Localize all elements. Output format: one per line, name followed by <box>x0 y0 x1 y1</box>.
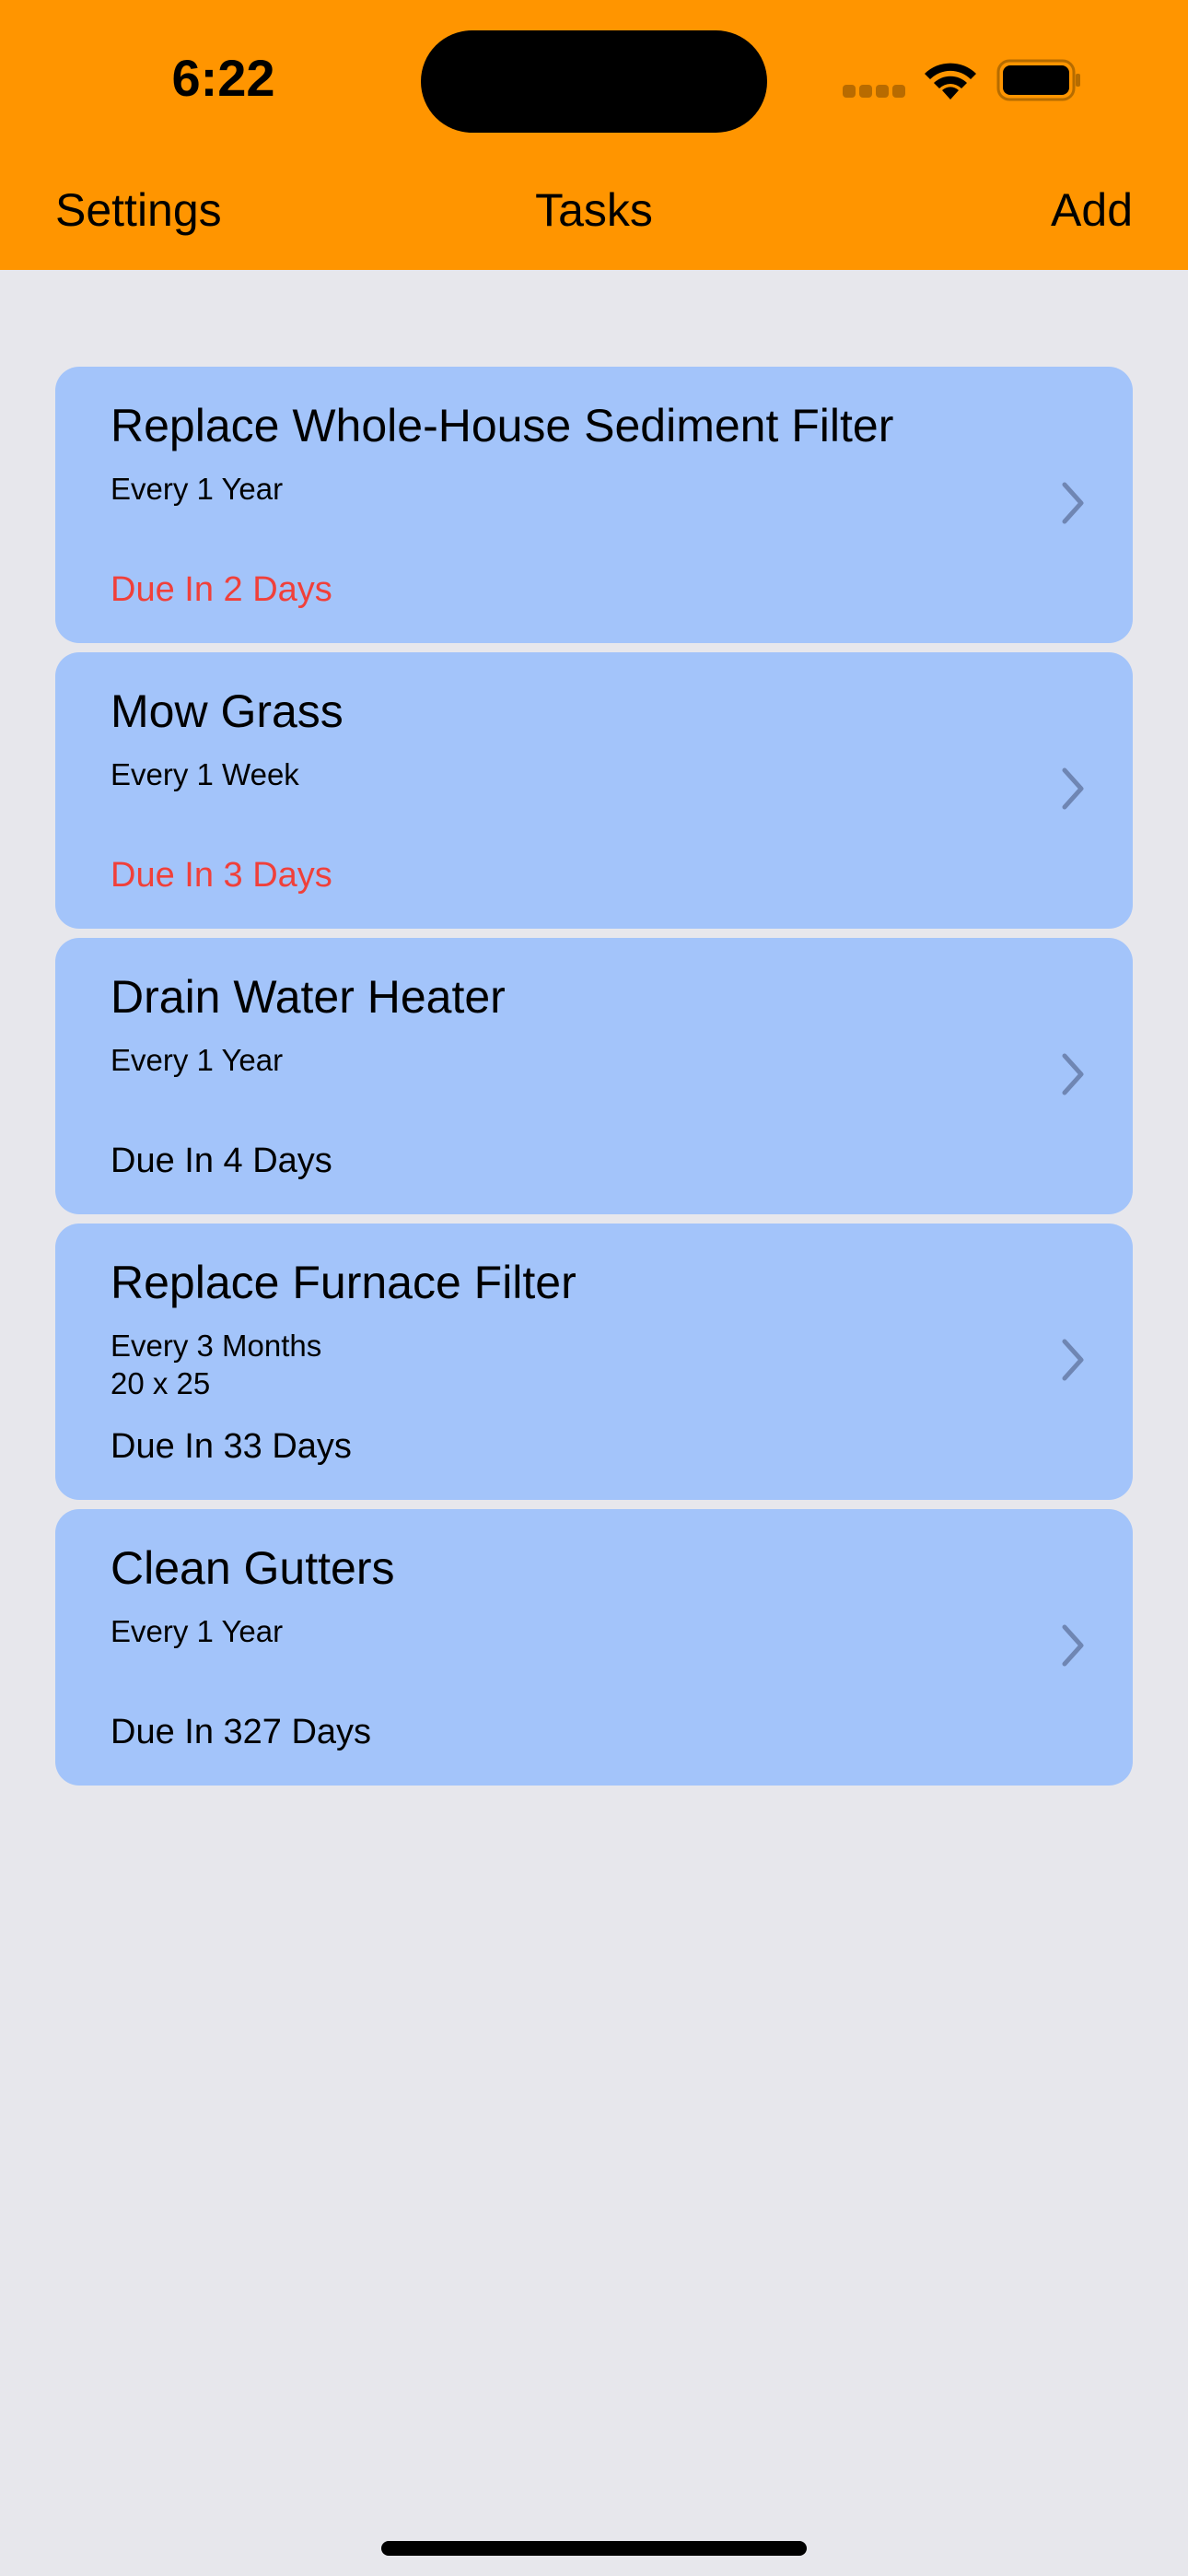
task-list: Replace Whole-House Sediment Filter Ever… <box>55 367 1133 1795</box>
task-row[interactable]: Mow Grass Every 1 Week Due In 3 Days <box>55 652 1133 929</box>
task-row[interactable]: Clean Gutters Every 1 Year Due In 327 Da… <box>55 1509 1133 1786</box>
task-title: Mow Grass <box>111 685 344 737</box>
battery-icon <box>996 59 1080 101</box>
chevron-right-icon <box>1062 1624 1084 1667</box>
status-time: 6:22 <box>171 49 275 107</box>
chevron-right-icon <box>1062 1339 1084 1381</box>
dynamic-island <box>421 30 767 133</box>
navigation-header: 6:22 Settings Tasks Add <box>0 0 1188 270</box>
add-button[interactable]: Add <box>1051 181 1133 240</box>
task-row[interactable]: Drain Water Heater Every 1 Year Due In 4… <box>55 938 1133 1214</box>
task-due: Due In 3 Days <box>111 856 332 895</box>
task-title: Replace Whole-House Sediment Filter <box>111 400 894 451</box>
task-recurrence: Every 1 Year <box>111 1614 284 1648</box>
cellular-signal-icon <box>843 85 905 98</box>
task-recurrence: Every 1 Week <box>111 757 299 791</box>
chevron-right-icon <box>1062 767 1084 810</box>
task-recurrence: Every 3 Months <box>111 1329 322 1363</box>
home-indicator[interactable] <box>381 2541 807 2556</box>
task-row[interactable]: Replace Furnace Filter Every 3 Months 20… <box>55 1224 1133 1500</box>
task-recurrence: Every 1 Year <box>111 472 284 506</box>
chevron-right-icon <box>1062 482 1084 524</box>
task-recurrence: Every 1 Year <box>111 1043 284 1077</box>
task-due: Due In 2 Days <box>111 570 332 609</box>
settings-button[interactable]: Settings <box>55 181 222 240</box>
task-due: Due In 4 Days <box>111 1142 332 1180</box>
task-row[interactable]: Replace Whole-House Sediment Filter Ever… <box>55 367 1133 643</box>
task-title: Clean Gutters <box>111 1542 395 1594</box>
task-due: Due In 33 Days <box>111 1427 352 1466</box>
wifi-icon <box>925 63 976 100</box>
task-title: Replace Furnace Filter <box>111 1257 577 1308</box>
chevron-right-icon <box>1062 1053 1084 1095</box>
task-title: Drain Water Heater <box>111 971 506 1023</box>
task-note: 20 x 25 <box>111 1366 211 1400</box>
task-due: Due In 327 Days <box>111 1713 372 1751</box>
